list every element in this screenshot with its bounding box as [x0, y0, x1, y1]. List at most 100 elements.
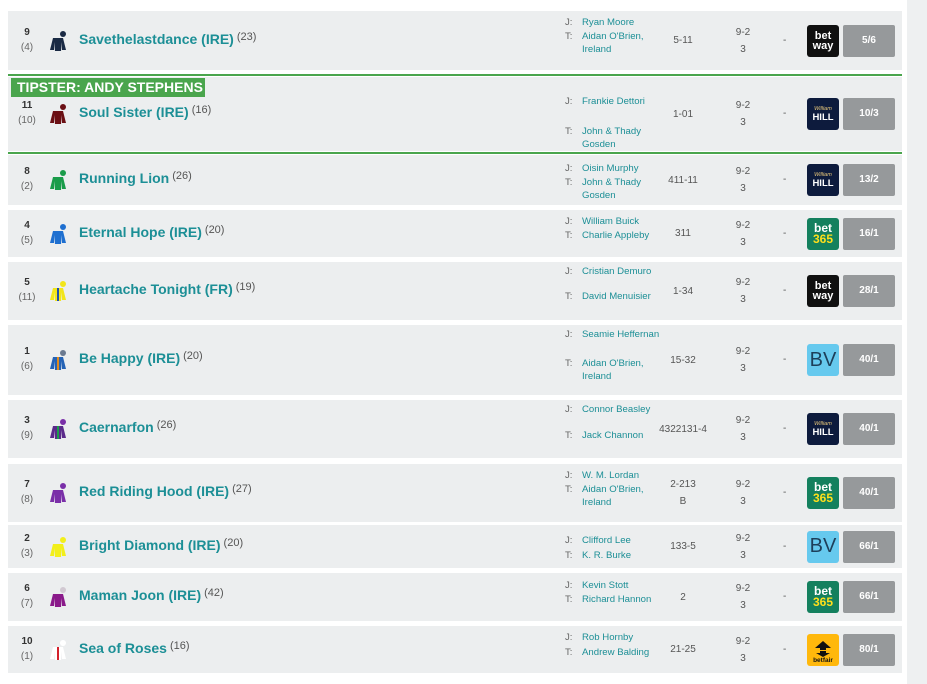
- silk-stripe: [57, 543, 59, 557]
- logo-line-1: bet: [814, 29, 832, 42]
- form-text: 5-11: [673, 35, 693, 46]
- form-text: 133-5: [670, 541, 696, 552]
- tipster-banner: TIPSTER: ANDY STEPHENS: [11, 78, 205, 97]
- runner-row[interactable]: 6 (7) Maman Joon (IRE) (42) J: Kevin Stott T: R…: [8, 573, 902, 621]
- horse-name: Running Lion: [79, 170, 170, 186]
- betfair-logo[interactable]: betfair: [807, 633, 839, 666]
- stall-draw: (10): [18, 115, 36, 126]
- odds-button[interactable]: 28/1: [843, 275, 895, 307]
- weight: 9-2 3: [728, 97, 758, 131]
- jockey-label: J:: [565, 163, 573, 174]
- jockey-name-link[interactable]: Ryan Moore: [582, 17, 665, 30]
- william-hill-logo[interactable]: William HILL: [807, 164, 839, 196]
- horse-name-link[interactable]: Sea of Roses (16): [79, 640, 190, 656]
- weight-allowance: 3: [740, 496, 746, 507]
- jockey-name-link[interactable]: Seamie Heffernan: [582, 329, 665, 342]
- silk-cap: [60, 483, 66, 489]
- betway-logo[interactable]: bet way: [807, 275, 839, 307]
- silk-cap: [60, 223, 66, 230]
- runner-row[interactable]: 8 (2) Running Lion (26) J: Oisin Murphy T: John…: [8, 155, 902, 205]
- form-text: 4322131-4: [659, 423, 707, 435]
- runner-row[interactable]: 5 (11) Heartache Tonight (FR) (19) J: Cristia…: [8, 262, 902, 320]
- horse-name-link[interactable]: Maman Joon (IRE) (42): [79, 587, 224, 603]
- form-figures: 5-11: [648, 32, 718, 49]
- horse-name-link[interactable]: Red Riding Hood (IRE) (27): [79, 483, 252, 499]
- bv-logo[interactable]: BV: [807, 530, 839, 563]
- form-figures: 4322131-4: [648, 421, 718, 438]
- runner-row[interactable]: 10 (1) Sea of Roses (16) J: Rob Hornby T: Andre…: [8, 626, 902, 673]
- horse-name: Be Happy (IRE): [79, 350, 181, 366]
- jockey-label: J:: [565, 580, 573, 591]
- silk-cap: [60, 281, 66, 287]
- bet365-logo[interactable]: bet 365: [807, 581, 839, 613]
- horse-name-link[interactable]: Heartache Tonight (FR) (19): [79, 281, 255, 297]
- odds-button[interactable]: 40/1: [843, 344, 895, 376]
- odds-button[interactable]: 40/1: [843, 477, 895, 509]
- days-since-run: (26): [172, 170, 192, 182]
- runner-row[interactable]: 7 (8) Red Riding Hood (IRE) (27) J: W. M. Lor…: [8, 464, 902, 522]
- jockey-label: J:: [565, 470, 573, 481]
- horse-name-link[interactable]: Be Happy (IRE) (20): [79, 350, 203, 366]
- horse-name-link[interactable]: Soul Sister (IRE) (16): [79, 104, 211, 120]
- odds-button[interactable]: 13/2: [843, 164, 895, 196]
- trainer-label: T:: [565, 31, 573, 42]
- jockey-silks-icon: [48, 169, 68, 191]
- odds-button[interactable]: 66/1: [843, 530, 895, 563]
- runner-row[interactable]: 4 (5) Eternal Hope (IRE) (20) J: William Buic…: [8, 210, 902, 257]
- odds-button[interactable]: 66/1: [843, 581, 895, 613]
- headgear: B: [679, 496, 687, 507]
- odds-button[interactable]: 16/1: [843, 217, 895, 250]
- horse-name-link[interactable]: Eternal Hope (IRE) (20): [79, 224, 224, 240]
- bet365-logo[interactable]: bet 365: [807, 217, 839, 250]
- stall-draw: (4): [20, 41, 34, 53]
- weight-value: 9-2: [735, 219, 751, 231]
- william-hill-logo[interactable]: William HILL: [807, 98, 839, 130]
- silk-stripe: [57, 646, 59, 660]
- odds-button[interactable]: 10/3: [843, 98, 895, 130]
- weight-allowance: 3: [740, 236, 746, 248]
- official-rating: -: [783, 108, 787, 119]
- jockey-name-link[interactable]: Connor Beasley: [582, 404, 665, 417]
- days-since-run: (42): [204, 587, 224, 599]
- runner-row[interactable]: 9 (4) Savethelastdance (IRE) (23) J: Ryan Moo…: [8, 11, 902, 70]
- silk-cap: [60, 30, 66, 37]
- betway-logo[interactable]: bet way: [807, 24, 839, 57]
- form-text: 2: [680, 591, 686, 603]
- scrollbar[interactable]: [907, 0, 927, 684]
- horse-name-link[interactable]: Running Lion (26): [79, 170, 192, 186]
- jockey-row: J: Seamie Heffernan: [565, 329, 665, 342]
- days-since-run: (20): [183, 350, 203, 362]
- odds-button[interactable]: 40/1: [843, 413, 895, 445]
- william-hill-logo[interactable]: William HILL: [807, 413, 839, 445]
- runner-row[interactable]: 2 (3) Bright Diamond (IRE) (20) J: Clifford L…: [8, 525, 902, 568]
- runner-row[interactable]: 1 (6) Be Happy (IRE) (20) J: Seamie Heffernan…: [8, 325, 902, 395]
- trainer-label: T:: [565, 430, 573, 441]
- official-rating: -: [783, 285, 787, 296]
- stall-draw: (9): [20, 430, 34, 441]
- tipster-divider-top: [8, 74, 902, 76]
- runner-number: 3: [24, 415, 30, 426]
- bv-logo[interactable]: BV: [807, 344, 839, 376]
- jockey-row: J: Cristian Demuro: [565, 266, 665, 279]
- weight-allowance: 3: [740, 432, 746, 443]
- betfair-arrows-icon: [815, 640, 831, 657]
- horse-name-link[interactable]: Caernarfon (26): [79, 419, 176, 435]
- trainer-name-link[interactable]: John & Thady Gosden: [582, 126, 665, 151]
- horse-name: Eternal Hope (IRE): [79, 223, 202, 240]
- horse-name-link[interactable]: Savethelastdance (IRE) (23): [79, 31, 256, 47]
- trainer-label: T:: [565, 550, 573, 561]
- silk-stripe: [57, 111, 59, 124]
- days-since-run: (19): [235, 281, 256, 293]
- days-since-run: (16): [169, 639, 190, 652]
- official-rating: -: [783, 174, 787, 185]
- silk-stripe: [57, 288, 59, 301]
- bet365-logo[interactable]: bet 365: [807, 477, 839, 509]
- horse-name-link[interactable]: Bright Diamond (IRE) (20): [79, 537, 243, 553]
- weight: 9-2 3: [728, 530, 758, 564]
- weight: 9-2 3: [728, 633, 758, 667]
- odds-button[interactable]: 5/6: [843, 24, 895, 57]
- jockey-name-link[interactable]: Cristian Demuro: [582, 266, 665, 279]
- runner-row[interactable]: 3 (9) Caernarfon (26) J: Connor Beasley T: Jack…: [8, 400, 902, 458]
- logo-text: BV: [809, 535, 837, 557]
- odds-button[interactable]: 80/1: [843, 633, 895, 666]
